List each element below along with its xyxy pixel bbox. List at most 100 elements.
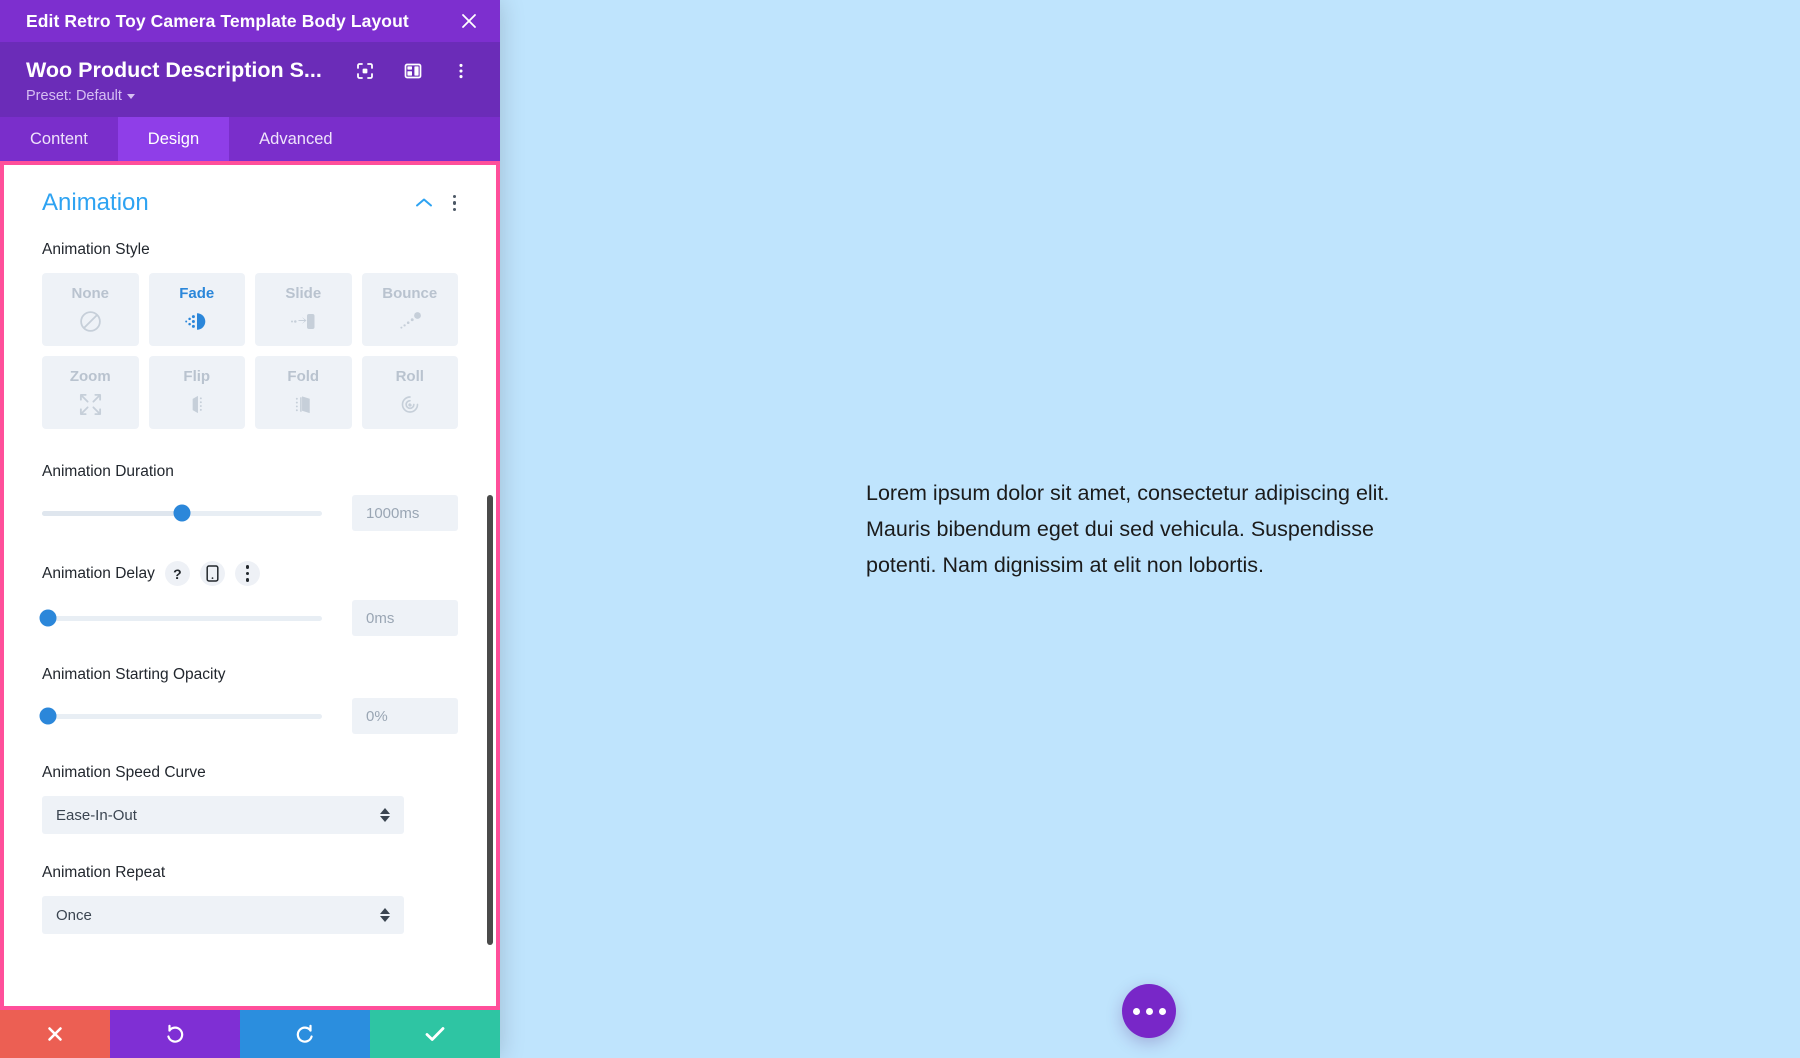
chevron-down-icon (380, 816, 390, 822)
close-icon[interactable] (456, 8, 482, 34)
animation-repeat-value: Once (56, 906, 92, 924)
dot (245, 571, 250, 576)
option-label: None (71, 284, 110, 302)
section-title: Animation (42, 189, 149, 216)
animation-starting-opacity-label: Animation Starting Opacity (42, 666, 226, 683)
undo-button[interactable] (110, 1010, 240, 1058)
animation-starting-opacity-slider[interactable] (39, 707, 322, 725)
animation-delay-slider[interactable] (39, 609, 322, 627)
dot (1145, 1007, 1153, 1015)
slider-fill (42, 510, 182, 516)
bounce-icon (395, 309, 425, 335)
zoom-arrows-icon (77, 392, 104, 418)
settings-panel: Animation Animation Style None Fade Slid… (4, 165, 496, 1006)
save-button[interactable] (370, 1010, 500, 1058)
x-icon (48, 1027, 62, 1041)
module-settings-modal: Edit Retro Toy Camera Template Body Layo… (0, 0, 500, 1058)
animation-style-option-fade[interactable]: Fade (148, 273, 245, 346)
animation-style-grid: None Fade Slide Bounce Zoom Flip Fold Ro… (42, 273, 458, 429)
animation-delay-input[interactable]: 0ms (352, 600, 458, 636)
chevron-updown-icon (380, 908, 390, 922)
slider-handle[interactable] (173, 504, 191, 522)
cancel-button[interactable] (0, 1010, 110, 1058)
animation-repeat-select[interactable]: Once (42, 896, 404, 934)
animation-section-header: Animation (42, 189, 458, 217)
redo-button[interactable] (240, 1010, 370, 1058)
kebab-menu-icon (244, 563, 252, 584)
dot (452, 194, 456, 199)
animation-style-option-slide[interactable]: Slide (255, 273, 352, 346)
builder-screen: Lorem ipsum dolor sit amet, consectetur … (0, 0, 1800, 1058)
kebab-menu-icon[interactable] (450, 60, 472, 82)
animation-style-option-zoom[interactable]: Zoom (42, 356, 139, 429)
panel-scrollbar[interactable] (487, 495, 493, 945)
chevron-up-icon (380, 808, 390, 814)
option-label: Roll (395, 367, 424, 385)
product-description-text: Lorem ipsum dolor sit amet, consectetur … (866, 481, 1390, 577)
animation-duration-row: 1000ms (42, 495, 458, 531)
animation-delay-row: 0ms (39, 600, 458, 636)
tab-content[interactable]: Content (0, 117, 118, 161)
settings-tabs: Content Design Advanced (0, 117, 500, 161)
animation-repeat-label: Animation Repeat (42, 864, 166, 881)
animation-speed-curve-label: Animation Speed Curve (42, 764, 206, 781)
chevron-up-icon (380, 908, 390, 914)
undo-icon (167, 1024, 184, 1043)
tab-design[interactable]: Design (117, 117, 230, 161)
dot (452, 201, 456, 205)
animation-starting-opacity-row: 0% (39, 698, 458, 734)
roll-icon (397, 392, 423, 418)
fullscreen-icon[interactable] (354, 60, 376, 82)
modal-topbar: Edit Retro Toy Camera Template Body Layo… (0, 0, 500, 42)
chevron-updown-icon (380, 808, 390, 822)
ellipsis-icon[interactable] (1122, 984, 1176, 1038)
section-kebab-menu-icon[interactable] (451, 193, 459, 214)
animation-style-option-fold[interactable]: Fold (255, 356, 352, 429)
option-label: Fade (179, 284, 215, 302)
option-label: Bounce (382, 284, 438, 302)
modal-header: Woo Product Description S... Preset: Def… (0, 42, 500, 117)
animation-duration-input[interactable]: 1000ms (352, 495, 458, 531)
module-title: Woo Product Description S... (26, 58, 322, 82)
dot (245, 578, 250, 582)
preset-label: Preset: Default (26, 88, 122, 104)
animation-starting-opacity-input[interactable]: 0% (352, 698, 458, 734)
animation-duration-slider[interactable] (42, 504, 322, 522)
preset-selector[interactable]: Preset: Default (26, 88, 135, 104)
animation-delay-label: Animation Delay (42, 564, 155, 582)
no-entry-icon (78, 309, 103, 335)
animation-speed-curve-select[interactable]: Ease-In-Out (42, 796, 404, 834)
chevron-down-icon (380, 916, 390, 922)
slider-handle[interactable] (39, 707, 57, 725)
animation-speed-curve-value: Ease-In-Out (56, 806, 137, 824)
animation-style-option-bounce[interactable]: Bounce (361, 273, 458, 346)
chevron-up-icon[interactable] (415, 194, 433, 212)
flip-icon (184, 392, 210, 418)
fold-icon (289, 392, 317, 418)
responsive-phone-icon[interactable] (199, 561, 225, 586)
dot (1132, 1007, 1140, 1015)
animation-style-option-roll[interactable]: Roll (361, 356, 458, 429)
animation-style-label: Animation Style (42, 241, 150, 258)
check-icon (425, 1027, 445, 1041)
header-icon-group (354, 60, 482, 82)
option-label: Flip (183, 367, 211, 385)
dot (1158, 1007, 1166, 1015)
modal-topbar-title: Edit Retro Toy Camera Template Body Layo… (26, 10, 409, 31)
chevron-down-icon (126, 93, 135, 99)
settings-action-bar (0, 1010, 500, 1058)
animation-style-option-flip[interactable]: Flip (148, 356, 245, 429)
layout-columns-icon[interactable] (402, 60, 424, 82)
animation-delay-kebab-menu-icon[interactable] (234, 561, 260, 586)
settings-panel-highlight: Animation Animation Style None Fade Slid… (0, 161, 500, 1010)
fade-icon (183, 309, 211, 335)
tab-advanced[interactable]: Advanced (229, 117, 362, 161)
slider-handle[interactable] (39, 609, 57, 627)
slide-icon (288, 309, 318, 335)
redo-icon (296, 1024, 313, 1043)
option-label: Fold (287, 367, 320, 385)
help-icon[interactable]: ? (164, 561, 190, 586)
option-label: Zoom (69, 367, 111, 385)
animation-style-option-none[interactable]: None (42, 273, 139, 346)
dot (245, 565, 250, 569)
